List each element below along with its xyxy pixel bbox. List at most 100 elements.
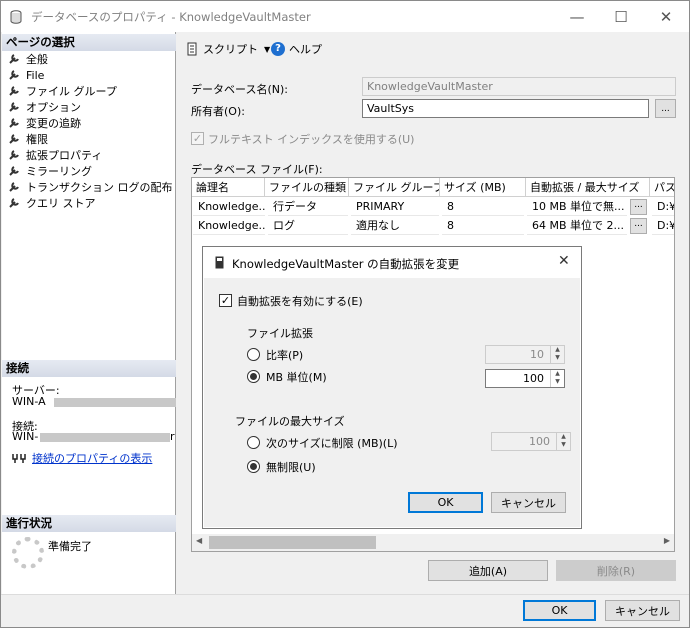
- cell-logical-name[interactable]: Knowledge...: [193, 197, 265, 216]
- page-item-change-tracking[interactable]: 変更の追跡: [8, 115, 81, 131]
- page-item-label: ファイル グループ: [26, 85, 117, 98]
- mb-radio[interactable]: [247, 370, 260, 383]
- add-button[interactable]: 追加(A): [428, 560, 548, 581]
- page-item-label: File: [26, 68, 45, 82]
- unlimited-radio[interactable]: [247, 460, 260, 473]
- page-item-permissions[interactable]: 権限: [8, 131, 48, 147]
- stepper-arrows-icon[interactable]: ▲ ▼: [550, 370, 564, 387]
- percent-label: 比率(P): [266, 349, 304, 362]
- properties-window: データベースのプロパティ - KnowledgeVaultMaster — ☐ …: [0, 0, 690, 628]
- enable-autogrowth-checkbox[interactable]: ✓: [219, 294, 232, 307]
- limited-stepper[interactable]: 100 ▲ ▼: [491, 432, 571, 451]
- percent-radio[interactable]: [247, 348, 260, 361]
- page-item-log-shipping[interactable]: トランザクション ログの配布: [8, 179, 173, 195]
- limited-value: 100: [529, 435, 550, 448]
- file-growth-label: ファイル拡張: [247, 327, 313, 340]
- cell-logical-name[interactable]: Knowledge...: [193, 216, 265, 235]
- dialog-title-bar: KnowledgeVaultMaster の自動拡張を変更 ✕: [203, 247, 581, 278]
- script-icon: [187, 42, 197, 56]
- percent-value: 10: [530, 348, 544, 361]
- wrench-icon: [9, 182, 19, 192]
- help-button[interactable]: ? ヘルプ: [271, 41, 322, 57]
- page-item-filegroups[interactable]: ファイル グループ: [8, 83, 117, 99]
- dialog-cancel-button[interactable]: キャンセル: [491, 492, 566, 513]
- progress-header: 進行状況: [2, 515, 176, 532]
- page-item-label: 変更の追跡: [26, 117, 81, 130]
- dialog-close-button[interactable]: ✕: [558, 253, 570, 269]
- db-files-label: データベース ファイル(F):: [191, 163, 323, 176]
- cell-file-type[interactable]: ログ: [268, 216, 348, 235]
- scrollbar-thumb[interactable]: [209, 536, 376, 549]
- help-icon: ?: [271, 42, 285, 56]
- connection-properties-link[interactable]: 接続のプロパティの表示: [32, 450, 152, 466]
- column-header[interactable]: パス: [650, 178, 674, 197]
- maximize-button[interactable]: ☐: [598, 1, 644, 32]
- dialog-title: KnowledgeVaultMaster の自動拡張を変更: [232, 257, 460, 271]
- script-button[interactable]: スクリプト ▼: [185, 41, 270, 57]
- wrench-icon: [9, 198, 19, 208]
- script-label: スクリプト: [203, 43, 258, 56]
- cell-filegroup[interactable]: 適用なし: [351, 216, 439, 235]
- remove-button[interactable]: 削除(R): [556, 560, 676, 581]
- page-item-mirroring[interactable]: ミラーリング: [8, 163, 92, 179]
- cell-size[interactable]: 8: [442, 197, 524, 216]
- select-page-header: ページの選択: [2, 34, 176, 51]
- horizontal-scrollbar[interactable]: ◀ ▶: [192, 534, 674, 551]
- page-item-options[interactable]: オプション: [8, 99, 81, 115]
- ok-button[interactable]: OK: [523, 600, 596, 621]
- scroll-left-icon[interactable]: ◀: [196, 536, 202, 545]
- help-label: ヘルプ: [289, 43, 322, 56]
- title-bar: データベースのプロパティ - KnowledgeVaultMaster — ☐ …: [1, 1, 689, 32]
- cell-autogrowth[interactable]: 10 MB 単位で無...: [527, 197, 627, 216]
- cell-size[interactable]: 8: [442, 216, 524, 235]
- close-button[interactable]: ✕: [643, 1, 689, 32]
- mb-value: 100: [523, 372, 544, 385]
- minimize-button[interactable]: —: [554, 1, 600, 32]
- left-panel: ページの選択 全般 File ファイル グループ オプション 変更の追跡 権限 …: [2, 32, 176, 594]
- page-item-label: ミラーリング: [26, 165, 92, 178]
- page-item-label: クエリ ストア: [26, 197, 96, 210]
- cell-autogrowth[interactable]: 64 MB 単位で 2...: [527, 216, 627, 235]
- column-header[interactable]: 論理名: [192, 178, 265, 197]
- wrench-icon: [9, 134, 19, 144]
- page-item-extended-properties[interactable]: 拡張プロパティ: [8, 147, 102, 163]
- cell-file-type[interactable]: 行データ: [268, 197, 348, 216]
- autogrowth-edit-button[interactable]: ...: [630, 199, 647, 215]
- mb-stepper[interactable]: 100 ▲ ▼: [485, 369, 565, 388]
- wrench-icon: [9, 70, 19, 80]
- wrench-icon: [9, 86, 19, 96]
- column-header[interactable]: 自動拡張 / 最大サイズ: [526, 178, 650, 197]
- limited-radio[interactable]: [247, 436, 260, 449]
- db-name-field[interactable]: KnowledgeVaultMaster: [362, 77, 676, 96]
- page-item-file[interactable]: File: [8, 67, 44, 83]
- autogrowth-edit-button[interactable]: ...: [630, 218, 647, 234]
- cell-filegroup[interactable]: PRIMARY: [351, 197, 439, 216]
- column-header[interactable]: ファイルの種類: [265, 178, 349, 197]
- stepper-arrows-icon[interactable]: ▲ ▼: [556, 433, 570, 450]
- database-icon: [10, 10, 22, 24]
- fulltext-checkbox[interactable]: ✓: [191, 132, 204, 145]
- dialog-ok-button[interactable]: OK: [408, 492, 483, 513]
- enable-autogrowth-label: 自動拡張を有効にする(E): [237, 295, 363, 308]
- page-item-general[interactable]: 全般: [8, 51, 48, 67]
- wrench-icon: [9, 102, 19, 112]
- scroll-right-icon[interactable]: ▶: [664, 536, 670, 545]
- percent-stepper[interactable]: 10 ▲ ▼: [485, 345, 565, 364]
- window-title: データベースのプロパティ - KnowledgeVaultMaster: [31, 10, 311, 24]
- database-file-icon: [215, 256, 224, 269]
- connection-header: 接続: [2, 360, 176, 377]
- cancel-button[interactable]: キャンセル: [605, 600, 680, 621]
- stepper-arrows-icon[interactable]: ▲ ▼: [550, 346, 564, 363]
- cell-path[interactable]: D:¥P: [652, 197, 674, 216]
- wrench-icon: [9, 166, 19, 176]
- mb-label: MB 単位(M): [266, 371, 327, 384]
- redacted-connection: [40, 433, 170, 442]
- limited-label: 次のサイズに制限 (MB)(L): [266, 437, 398, 450]
- page-item-label: 権限: [26, 133, 48, 146]
- column-header[interactable]: ファイル グループ: [349, 178, 440, 197]
- cell-path[interactable]: D:¥P: [652, 216, 674, 235]
- column-header[interactable]: サイズ (MB): [440, 178, 526, 197]
- owner-field[interactable]: VaultSys: [362, 99, 649, 118]
- owner-browse-button[interactable]: ...: [655, 99, 676, 118]
- page-item-query-store[interactable]: クエリ ストア: [8, 195, 96, 211]
